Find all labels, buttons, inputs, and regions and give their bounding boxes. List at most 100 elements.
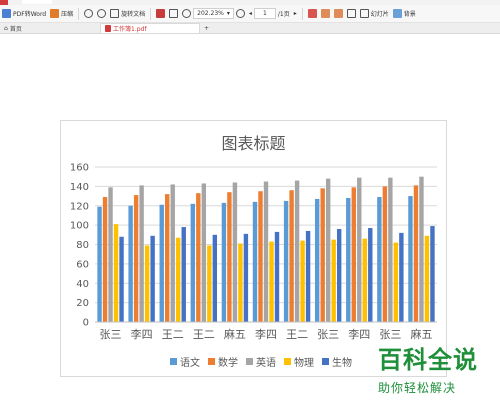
chevron-down-icon: ▾	[226, 10, 230, 17]
legend-item: 生物	[322, 354, 352, 369]
bar-3-1	[196, 193, 201, 322]
bar-9-2	[388, 177, 393, 322]
bar-0-1	[102, 197, 108, 322]
background-button[interactable]: 背景	[391, 6, 418, 22]
zoom-in-button[interactable]	[234, 6, 247, 22]
x-tick-label: 麻五	[224, 327, 246, 341]
arrow-left-icon: ◂	[248, 10, 252, 17]
bar-chart: 020406080100120140160张三 李四 王二 王二 麻五 李四 王二 张三 李四张…	[70, 163, 437, 341]
prev-page-button[interactable]: ◂	[247, 6, 254, 22]
legend-swatch	[322, 358, 329, 365]
fit-page-icon	[156, 9, 166, 18]
y-tick-label: 120	[70, 201, 89, 212]
rotate-right-button[interactable]	[95, 6, 108, 22]
y-tick-label: 40	[76, 279, 89, 290]
bar-6-3	[300, 240, 305, 322]
bar-10-3	[424, 235, 430, 322]
bar-5-2	[263, 181, 269, 322]
bar-0-2	[108, 187, 113, 322]
bar-0-4	[119, 236, 124, 322]
bar-9-3	[393, 242, 399, 322]
toolbar-divider	[78, 7, 80, 20]
bar-9-1	[382, 186, 388, 322]
bar-4-2	[232, 182, 238, 322]
slideshow-button[interactable]: 幻灯片	[358, 6, 391, 22]
bar-2-3	[176, 237, 181, 322]
tab-home[interactable]: ⌂ 首页	[0, 23, 100, 33]
double-page-button[interactable]	[332, 6, 345, 22]
y-tick-label: 80	[76, 240, 89, 251]
page-number-input[interactable]: 1	[253, 8, 276, 19]
bar-4-3	[238, 243, 243, 322]
x-tick-label: 王二	[286, 328, 308, 341]
compress-button[interactable]: 压缩	[48, 6, 75, 22]
bar-1-3	[144, 245, 150, 322]
single-page-button[interactable]	[319, 6, 332, 22]
annotate-button[interactable]	[306, 6, 319, 22]
bar-8-2	[357, 177, 362, 322]
compress-label: 压缩	[61, 11, 74, 18]
bar-5-3	[269, 241, 274, 322]
zoom-in-icon	[235, 9, 245, 18]
tab-document-label: 工作簿1.pdf	[113, 26, 147, 33]
bar-7-0	[314, 198, 320, 322]
x-tick-label: 李四	[131, 327, 153, 341]
chart-legend: 语文 数学 英语 物理 生物	[170, 354, 352, 369]
bar-3-0	[190, 203, 196, 322]
watermark-subtitle: 助你轻松解决	[378, 381, 457, 395]
bar-8-0	[346, 198, 351, 322]
compress-icon	[50, 9, 60, 18]
bar-10-0	[408, 196, 413, 322]
zoom-select[interactable]: 202.23% ▾	[193, 8, 234, 19]
fit-width-icon	[169, 9, 179, 18]
y-tick-label: 0	[83, 318, 89, 329]
legend-label: 物理	[294, 358, 314, 369]
next-page-button[interactable]: ▸	[292, 6, 299, 22]
tab-document[interactable]: 工作簿1.pdf	[100, 23, 200, 33]
page-total-label: /1页	[277, 11, 290, 18]
y-tick-label: 140	[70, 182, 89, 193]
bar-10-2	[419, 176, 424, 322]
single-page-icon	[320, 9, 330, 18]
rotate-doc-button[interactable]: 旋转文档	[108, 6, 147, 22]
double-page-icon	[333, 9, 343, 18]
menu-tab-active[interactable]	[22, 0, 52, 4]
legend-label: 数学	[218, 358, 238, 369]
x-tick-label: 麻五	[410, 327, 432, 341]
zoom-value: 202.23%	[197, 10, 224, 17]
bar-3-3	[207, 245, 212, 322]
x-tick-label: 张三	[317, 328, 339, 341]
pdf-to-word-button[interactable]: PDF转Word	[0, 6, 48, 22]
plus-icon: +	[204, 24, 210, 32]
bar-9-0	[377, 197, 382, 322]
pdf-file-icon	[105, 25, 111, 32]
fit-width-button[interactable]	[167, 6, 180, 22]
pdf-to-word-icon	[2, 9, 11, 18]
bar-4-1	[227, 192, 232, 322]
rotate-doc-label: 旋转文档	[121, 11, 146, 18]
fullscreen-button[interactable]	[345, 6, 358, 22]
bar-10-4	[430, 226, 435, 322]
rotate-left-button[interactable]	[82, 6, 95, 22]
toolbar: PDF转Word 压缩 旋转文档 202.23% ▾ ◂ 1 /1页 ▸ 幻灯片…	[0, 5, 500, 23]
bar-6-2	[294, 180, 300, 322]
bar-3-4	[212, 234, 218, 322]
bar-8-4	[368, 228, 373, 322]
tab-home-label: 首页	[9, 25, 22, 33]
zoom-out-button[interactable]	[180, 6, 193, 22]
legend-swatch	[246, 358, 253, 365]
bar-4-4	[243, 233, 249, 322]
zoom-out-icon	[182, 9, 192, 18]
bar-4-0	[221, 202, 227, 322]
page-total: /1页	[276, 6, 292, 22]
legend-label: 英语	[256, 358, 276, 369]
legend-item: 数学	[208, 354, 238, 369]
legend-swatch	[208, 358, 215, 365]
fit-page-button[interactable]	[154, 6, 167, 22]
tab-bar: ⌂ 首页 工作簿1.pdf +	[0, 23, 500, 34]
legend-swatch	[284, 358, 291, 365]
bar-2-2	[170, 184, 175, 322]
background-icon	[392, 9, 402, 18]
new-tab-button[interactable]: +	[200, 23, 213, 33]
legend-item: 物理	[284, 354, 314, 369]
